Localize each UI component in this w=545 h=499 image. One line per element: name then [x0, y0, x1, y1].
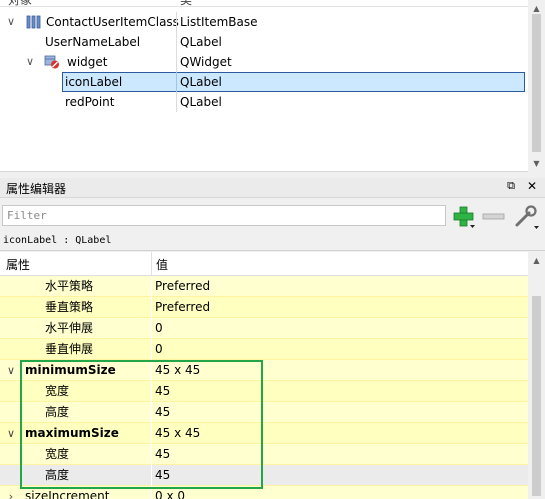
property-name: 高度 [45, 468, 70, 482]
property-name: 水平伸展 [45, 321, 94, 335]
scrollbar-thumb[interactable] [532, 14, 541, 152]
property-name: minimumSize [25, 363, 116, 377]
chevron-down-icon[interactable]: ∨ [5, 12, 17, 32]
property-name: 垂直策略 [45, 300, 94, 314]
property-editor-title: 属性编辑器 [6, 182, 67, 196]
tree-item-usernamelabel[interactable]: UserNameLabel QLabel [0, 32, 528, 52]
property-value[interactable]: 0 [155, 339, 163, 360]
property-table-header: 属性 值 [0, 252, 528, 276]
remove-dynamic-property-icon[interactable] [481, 205, 507, 229]
scroll-down-arrow-icon[interactable]: ▼ [528, 155, 545, 172]
tree-item-label: iconLabel [65, 75, 123, 89]
tree-item-class: ListItemBase [180, 15, 258, 29]
tree-item-class: QLabel [180, 35, 222, 49]
float-window-icon[interactable]: ⧉ [503, 179, 519, 197]
filter-input[interactable] [2, 205, 446, 226]
property-row-horizontal-policy[interactable]: 水平策略 Preferred [0, 276, 528, 297]
tree-item-class: QLabel [180, 95, 222, 109]
property-row-minimumsize[interactable]: ∨ minimumSize 45 x 45 [0, 360, 528, 381]
tree-item-label: ContactUserItemClass [46, 15, 179, 29]
divider [0, 250, 545, 251]
tree-item-redpoint[interactable]: redPoint QLabel [0, 92, 528, 112]
chevron-right-icon[interactable]: › [4, 486, 18, 499]
tree-item-widget[interactable]: ∨ widget QWidget [0, 52, 528, 72]
property-row-sizeincrement[interactable]: › sizeIncrement 0 x 0 [0, 486, 528, 499]
tree-item-iconlabel[interactable]: iconLabel QLabel [0, 72, 528, 92]
column-header-value[interactable]: 值 [156, 256, 168, 273]
property-name: 宽度 [45, 384, 70, 398]
close-icon[interactable]: ✕ [524, 179, 540, 197]
property-row-max-height[interactable]: 高度 45 [0, 465, 528, 486]
column-header-object[interactable]: 对象 [8, 0, 32, 6]
scroll-up-arrow-icon[interactable]: ▲ [528, 252, 545, 269]
property-row-min-height[interactable]: 高度 45 [0, 402, 528, 423]
property-value[interactable]: 45 [155, 402, 170, 423]
configure-wrench-icon[interactable] [512, 204, 540, 230]
property-name: 宽度 [45, 447, 70, 461]
property-value[interactable]: 0 [155, 318, 163, 339]
property-value[interactable]: 45 x 45 [155, 360, 200, 381]
object-inspector: 对象 类 ∨ ContactUserItemClass ListItemBase… [0, 0, 545, 172]
chevron-down-icon[interactable]: ∨ [4, 423, 18, 444]
layout-icon [26, 15, 41, 29]
property-name: sizeIncrement [25, 489, 110, 499]
chevron-down-icon[interactable]: ∨ [24, 52, 36, 72]
property-row-maximumsize[interactable]: ∨ maximumSize 45 x 45 [0, 423, 528, 444]
object-inspector-scrollbar[interactable]: ▲ ▼ [528, 0, 545, 172]
property-value[interactable]: 45 [155, 465, 170, 486]
tree-item-label: redPoint [65, 95, 115, 109]
property-editor-titlebar: 属性编辑器 ⧉ ✕ [0, 178, 545, 198]
property-name: 水平策略 [45, 279, 94, 293]
object-inspector-header[interactable]: 对象 类 [0, 0, 528, 7]
column-header-class[interactable]: 类 [180, 0, 192, 6]
property-value[interactable]: 45 [155, 444, 170, 465]
property-row-vertical-stretch[interactable]: 垂直伸展 0 [0, 339, 528, 360]
property-name: 垂直伸展 [45, 342, 94, 356]
property-row-vertical-policy[interactable]: 垂直策略 Preferred [0, 297, 528, 318]
property-table-scrollbar[interactable]: ▲ [528, 252, 545, 499]
tree-item-contactuseritemclass[interactable]: ∨ ContactUserItemClass ListItemBase [0, 12, 528, 32]
chevron-down-icon[interactable]: ∨ [4, 360, 18, 381]
property-filter-bar [0, 201, 545, 231]
property-row-max-width[interactable]: 宽度 45 [0, 444, 528, 465]
tree-item-class: QWidget [180, 55, 232, 69]
property-table: 属性 值 水平策略 Preferred 垂直策略 Preferred 水平伸展 … [0, 252, 528, 499]
property-row-min-width[interactable]: 宽度 45 [0, 381, 528, 402]
property-row-horizontal-stretch[interactable]: 水平伸展 0 [0, 318, 528, 339]
column-header-property[interactable]: 属性 [6, 256, 30, 273]
scrollbar-thumb[interactable] [532, 296, 541, 496]
property-value[interactable]: Preferred [155, 297, 210, 318]
property-value[interactable]: Preferred [155, 276, 210, 297]
tree-item-label: widget [67, 55, 108, 69]
tree-item-class: QLabel [180, 75, 222, 89]
property-value[interactable]: 0 x 0 [155, 486, 185, 499]
property-value[interactable]: 45 x 45 [155, 423, 200, 444]
property-name: maximumSize [25, 426, 119, 440]
widget-broken-layout-icon [44, 55, 59, 69]
property-name: 高度 [45, 405, 70, 419]
add-dynamic-property-icon[interactable] [452, 205, 476, 229]
property-value[interactable]: 45 [155, 381, 170, 402]
current-object-class-label: iconLabel : QLabel [3, 235, 112, 246]
tree-item-label: UserNameLabel [45, 35, 141, 49]
